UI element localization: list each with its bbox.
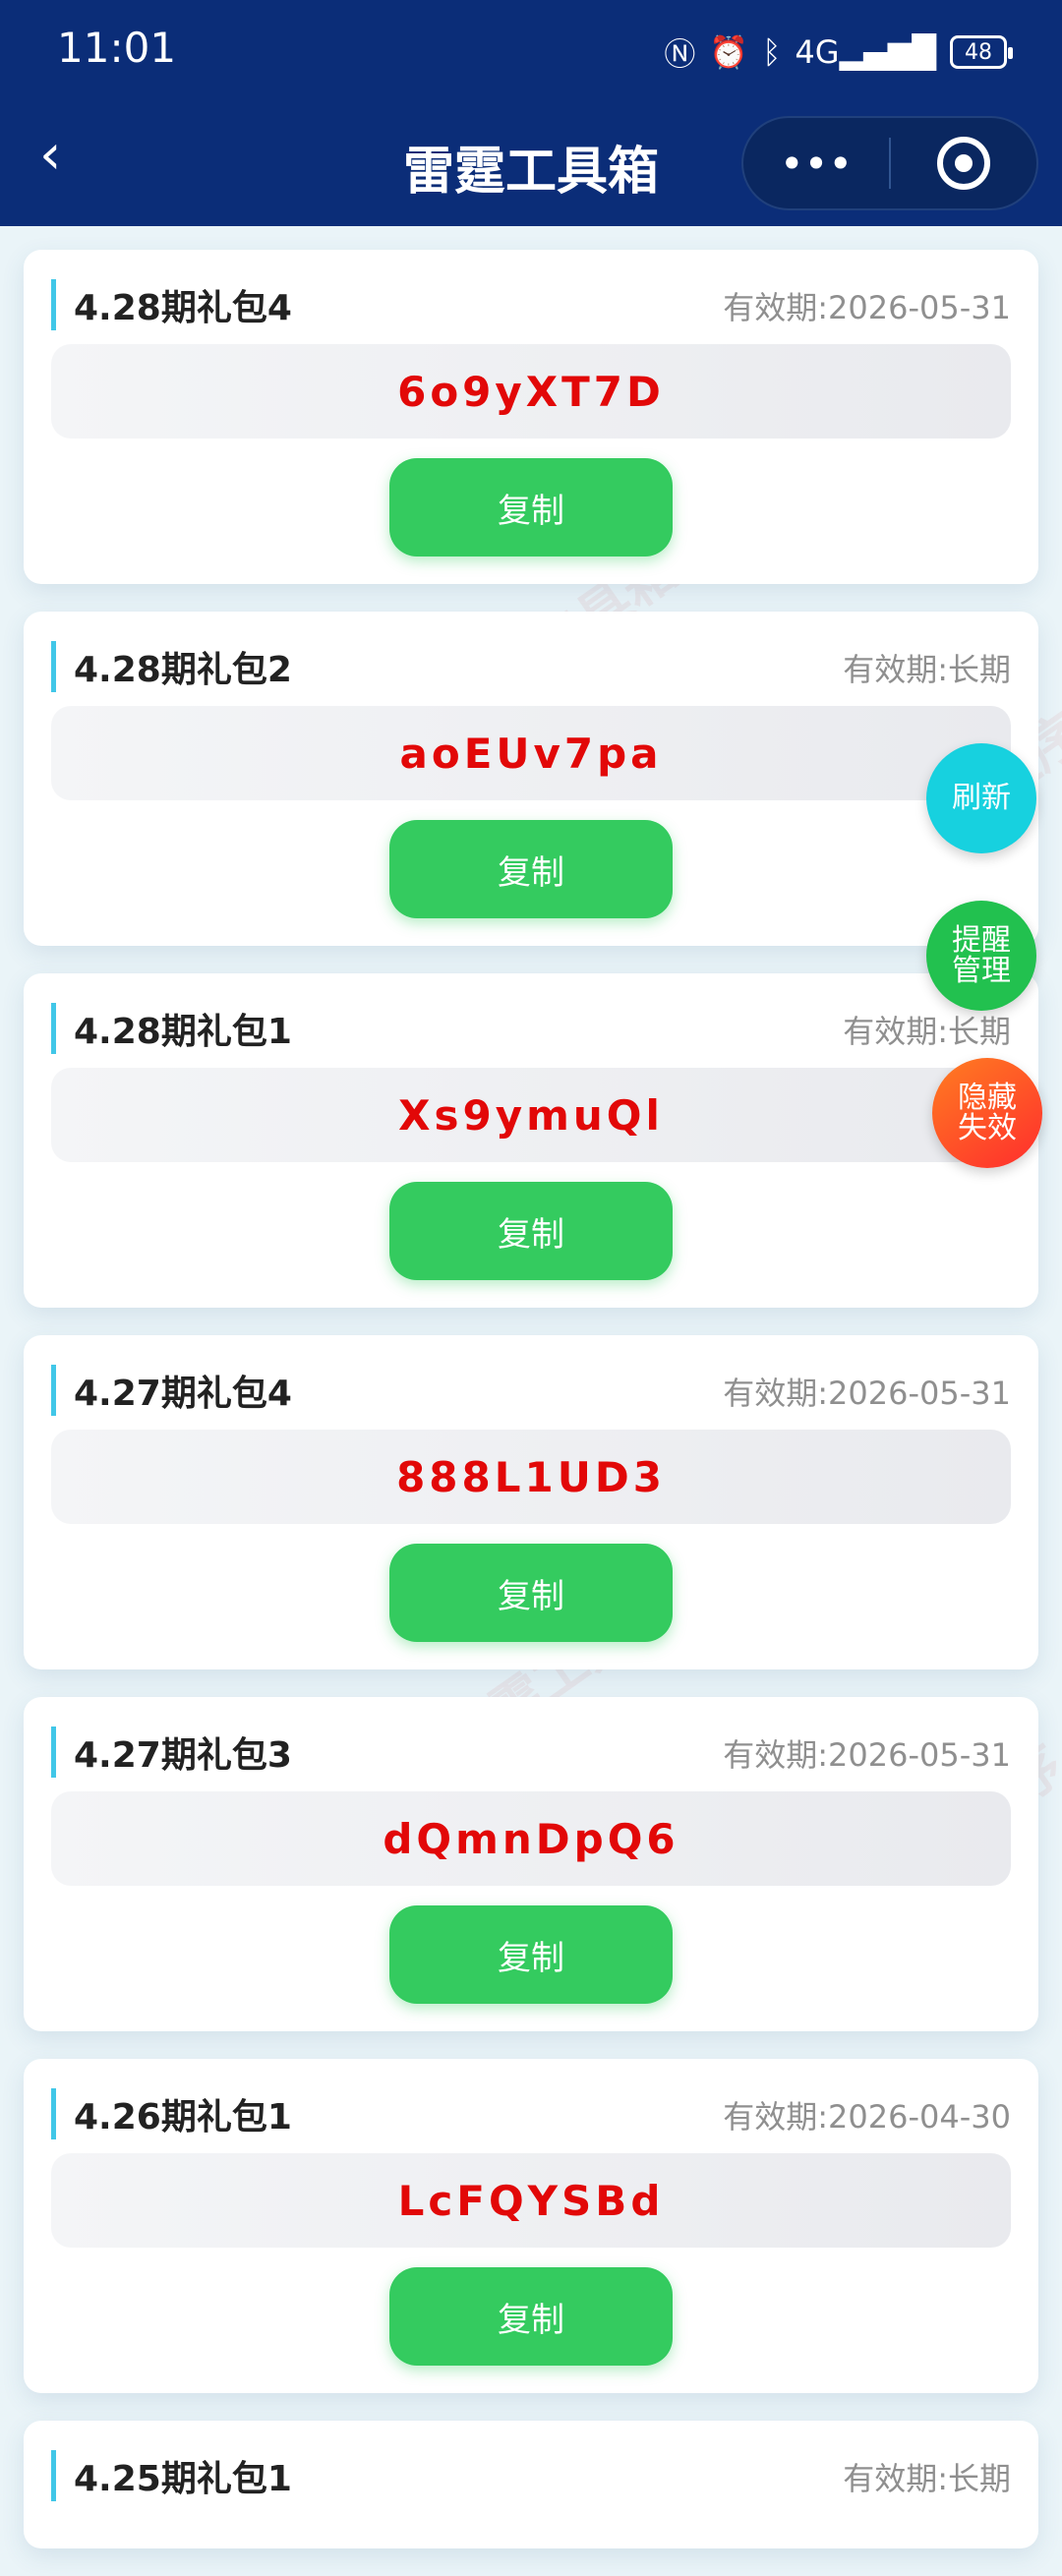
validity-date: 有效期:长期	[843, 1013, 1011, 1050]
signal-icon: 4G▂▄▆█	[795, 33, 936, 71]
hide-expired-button[interactable]: 隐藏 失效	[932, 1058, 1042, 1168]
gift-card: 4.26期礼包1 有效期:2026-04-30 LcFQYSBd 复制	[24, 2059, 1038, 2393]
copy-button[interactable]: 复制	[389, 2267, 673, 2366]
gift-card: 4.28期礼包4 有效期:2026-05-31 6o9yXT7D 复制	[24, 250, 1038, 584]
nfc-icon: Ⓝ	[664, 35, 696, 73]
mini-program-capsule: •••	[741, 116, 1038, 210]
gift-name: 4.27期礼包4	[51, 1365, 292, 1416]
gift-card: 4.27期礼包3 有效期:2026-05-31 dQmnDpQ6 复制	[24, 1697, 1038, 2031]
gift-list: 4.28期礼包4 有效期:2026-05-31 6o9yXT7D 复制 4.28…	[24, 250, 1038, 2576]
app-header: 11:01 Ⓝ ⏰ ᛒ 4G▂▄▆█ 48 ‹ 雷霆工具箱 •••	[0, 0, 1062, 226]
validity-date: 有效期:长期	[843, 2460, 1011, 2497]
gift-card: 4.28期礼包1 有效期:长期 Xs9ymuQl 复制	[24, 973, 1038, 1308]
validity-date: 有效期:2026-05-31	[723, 1375, 1011, 1412]
gift-name: 4.25期礼包1	[51, 2450, 292, 2501]
gift-name: 4.26期礼包1	[51, 2088, 292, 2139]
validity-date: 有效期:2026-05-31	[723, 289, 1011, 326]
validity-date: 有效期:长期	[843, 651, 1011, 688]
copy-button[interactable]: 复制	[389, 820, 673, 918]
gift-card: 4.25期礼包1 有效期:长期	[24, 2421, 1038, 2548]
target-icon	[937, 137, 990, 190]
gift-code: 888L1UD3	[51, 1430, 1011, 1524]
refresh-button[interactable]: 刷新	[926, 743, 1036, 853]
status-time: 11:01	[57, 24, 177, 72]
alarm-icon: ⏰	[709, 33, 749, 71]
more-options-button[interactable]: •••	[743, 118, 889, 208]
battery-icon: 48	[950, 35, 1013, 69]
copy-button[interactable]: 复制	[389, 458, 673, 556]
gift-code: LcFQYSBd	[51, 2153, 1011, 2248]
status-icons: Ⓝ ⏰ ᛒ 4G▂▄▆█ 48	[664, 29, 1013, 75]
gift-card: 4.27期礼包4 有效期:2026-05-31 888L1UD3 复制	[24, 1335, 1038, 1669]
gift-code: dQmnDpQ6	[51, 1791, 1011, 1886]
reminder-management-button[interactable]: 提醒 管理	[926, 901, 1036, 1011]
gift-name: 4.28期礼包2	[51, 641, 292, 692]
close-button[interactable]	[891, 118, 1036, 208]
copy-button[interactable]: 复制	[389, 1905, 673, 2004]
gift-name: 4.28期礼包4	[51, 279, 292, 330]
copy-button[interactable]: 复制	[389, 1544, 673, 1642]
copy-button[interactable]: 复制	[389, 1182, 673, 1280]
gift-code: aoEUv7pa	[51, 706, 1011, 800]
gift-name: 4.28期礼包1	[51, 1003, 292, 1054]
gift-code: Xs9ymuQl	[51, 1068, 1011, 1162]
gift-code: 6o9yXT7D	[51, 344, 1011, 439]
validity-date: 有效期:2026-04-30	[723, 2098, 1011, 2136]
bluetooth-icon: ᛒ	[762, 33, 782, 71]
gift-name: 4.27期礼包3	[51, 1727, 292, 1778]
validity-date: 有效期:2026-05-31	[723, 1736, 1011, 1774]
gift-card: 4.28期礼包2 有效期:长期 aoEUv7pa 复制	[24, 612, 1038, 946]
